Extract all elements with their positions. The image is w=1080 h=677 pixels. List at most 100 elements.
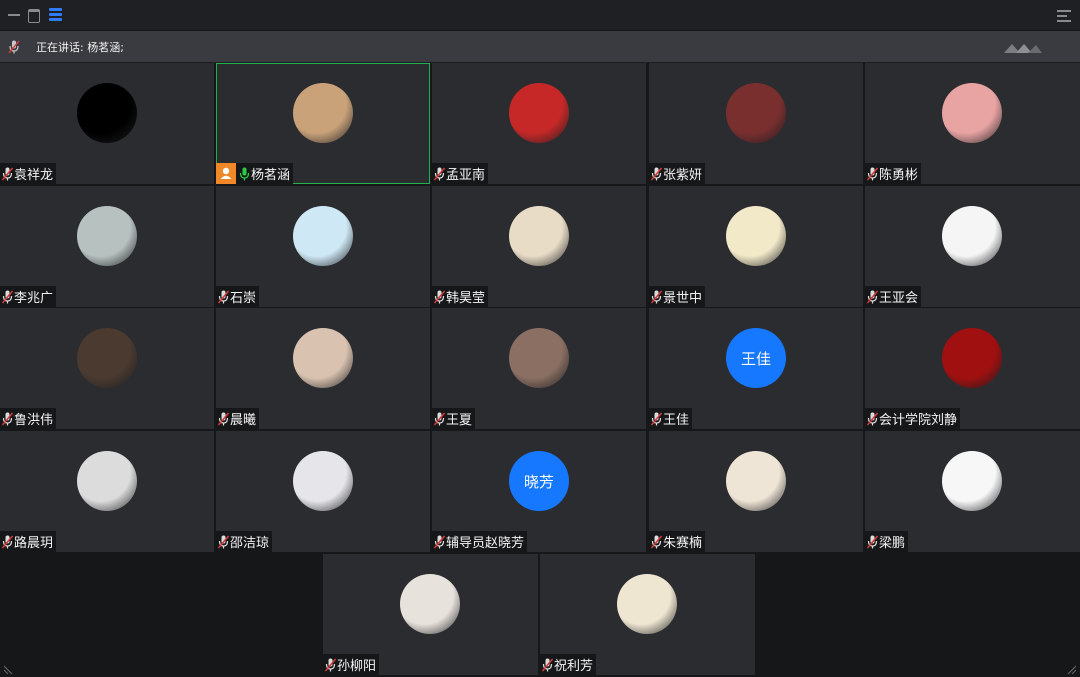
participant-nametag: 路晨玥 — [0, 531, 57, 552]
participant-avatar — [77, 328, 137, 388]
participant-avatar: 晓芳 — [509, 451, 569, 511]
participant-tile[interactable]: 晨曦 — [216, 308, 430, 429]
participant-avatar — [617, 574, 677, 634]
participant-avatar — [293, 451, 353, 511]
participant-nametag: 景世中 — [649, 286, 706, 307]
participant-name: 梁鹏 — [879, 536, 906, 551]
participant-nametag: 王佳 — [649, 408, 693, 429]
mic-muted-icon — [867, 535, 878, 548]
participant-nametag: 王亚会 — [865, 286, 922, 307]
participant-name: 路晨玥 — [14, 536, 54, 551]
window-titlebar — [0, 0, 1080, 31]
mic-muted-icon — [2, 412, 13, 425]
mic-muted-icon — [867, 167, 878, 180]
mic-muted-icon — [651, 290, 662, 303]
mic-muted-icon — [542, 658, 553, 671]
participant-avatar — [942, 83, 1002, 143]
participant-nametag: 孙柳阳 — [323, 654, 380, 675]
mic-muted-icon — [218, 535, 229, 548]
mic-muted-icon — [434, 290, 445, 303]
participant-tile[interactable]: 朱赛楠 — [649, 431, 863, 552]
participant-tile[interactable]: 韩昊莹 — [432, 186, 646, 307]
gallery-layout-icon[interactable] — [49, 8, 63, 22]
participant-avatar — [942, 451, 1002, 511]
mic-muted-icon — [2, 535, 13, 548]
participant-name: 杨茗涵 — [251, 168, 291, 183]
mic-muted-icon — [325, 658, 336, 671]
network-status-icon — [1004, 44, 1042, 53]
participant-nametag: 会计学院刘静 — [865, 408, 961, 429]
participant-nametag: 王夏 — [432, 408, 476, 429]
minimize-icon[interactable] — [8, 8, 22, 22]
participant-avatar — [942, 328, 1002, 388]
participant-tile[interactable]: 景世中 — [649, 186, 863, 307]
participant-tile[interactable]: 孙柳阳 — [323, 554, 538, 675]
resize-handle-left-icon[interactable] — [4, 664, 14, 674]
participant-name: 朱赛楠 — [663, 536, 703, 551]
mic-muted-icon — [651, 412, 662, 425]
participant-tile[interactable]: 张紫妍 — [649, 63, 863, 184]
participant-name: 晨曦 — [230, 413, 257, 428]
participant-nametag: 梁鹏 — [865, 531, 909, 552]
participant-name: 王夏 — [446, 413, 473, 428]
participant-tile[interactable]: 鲁洪伟 — [0, 308, 214, 429]
participant-tile[interactable]: 王佳 王佳 — [649, 308, 863, 429]
participant-tile[interactable]: 孟亚南 — [432, 63, 646, 184]
participant-tile[interactable]: 石崇 — [216, 186, 430, 307]
participant-tile[interactable]: 李兆广 — [0, 186, 214, 307]
maximize-icon[interactable] — [28, 8, 42, 23]
participant-avatar — [509, 83, 569, 143]
participant-avatar — [77, 83, 137, 143]
participant-tile[interactable]: 梁鹏 — [865, 431, 1080, 552]
participant-avatar — [726, 451, 786, 511]
participant-name: 石崇 — [230, 291, 257, 306]
participant-name: 孟亚南 — [446, 168, 486, 183]
participant-name: 邵洁琼 — [230, 536, 270, 551]
host-user-icon — [216, 163, 236, 184]
participant-name: 陈勇彬 — [879, 168, 919, 183]
participant-avatar — [400, 574, 460, 634]
participant-nametag: 晨曦 — [216, 408, 260, 429]
resize-handle-right-icon[interactable] — [1066, 664, 1076, 674]
participant-tile[interactable]: 邵洁琼 — [216, 431, 430, 552]
participant-avatar — [293, 328, 353, 388]
participant-avatar — [509, 328, 569, 388]
mic-muted-icon — [218, 412, 229, 425]
participant-nametag: 韩昊莹 — [432, 286, 489, 307]
participant-name: 王亚会 — [879, 291, 919, 306]
mic-muted-icon — [867, 290, 878, 303]
participant-avatar — [726, 206, 786, 266]
mic-active-icon — [239, 167, 250, 180]
participant-nametag: 邵洁琼 — [216, 531, 273, 552]
participant-name: 祝利芳 — [554, 659, 594, 674]
participant-nametag: 杨茗涵 — [216, 163, 294, 184]
participant-name: 会计学院刘静 — [879, 413, 958, 428]
participant-nametag: 陈勇彬 — [865, 163, 922, 184]
participant-tile[interactable]: 袁祥龙 — [0, 63, 214, 184]
speaker-mic-icon — [8, 40, 20, 54]
mic-muted-icon — [434, 412, 445, 425]
participant-grid: 袁祥龙 杨茗涵 孟亚南 张紫妍 陈勇彬 李兆广 石崇 韩昊莹 景世中 王亚会 鲁洪伟 晨曦 王夏 王佳 王佳… — [0, 63, 1080, 677]
mic-muted-icon — [651, 167, 662, 180]
participant-avatar — [77, 451, 137, 511]
participant-name: 孙柳阳 — [337, 659, 377, 674]
participant-avatar — [293, 206, 353, 266]
participant-avatar: 王佳 — [726, 328, 786, 388]
participant-tile[interactable]: 晓芳辅导员赵晓芳 — [432, 431, 646, 552]
participant-tile[interactable]: 王夏 — [432, 308, 646, 429]
participant-tile[interactable]: 祝利芳 — [540, 554, 755, 675]
participant-name: 张紫妍 — [663, 168, 703, 183]
participant-tile[interactable]: 会计学院刘静 — [865, 308, 1080, 429]
participant-nametag: 朱赛楠 — [649, 531, 706, 552]
collapse-panel-icon[interactable] — [1057, 8, 1073, 22]
participant-tile[interactable]: 陈勇彬 — [865, 63, 1080, 184]
participant-tile[interactable]: 王亚会 — [865, 186, 1080, 307]
participant-name: 鲁洪伟 — [14, 413, 54, 428]
mic-muted-icon — [434, 167, 445, 180]
participant-tile[interactable]: 路晨玥 — [0, 431, 214, 552]
participant-name: 辅导员赵晓芳 — [446, 536, 525, 551]
participant-avatar — [726, 83, 786, 143]
participant-nametag: 李兆广 — [0, 286, 57, 307]
participant-avatar — [293, 83, 353, 143]
participant-tile[interactable]: 杨茗涵 — [216, 63, 430, 184]
